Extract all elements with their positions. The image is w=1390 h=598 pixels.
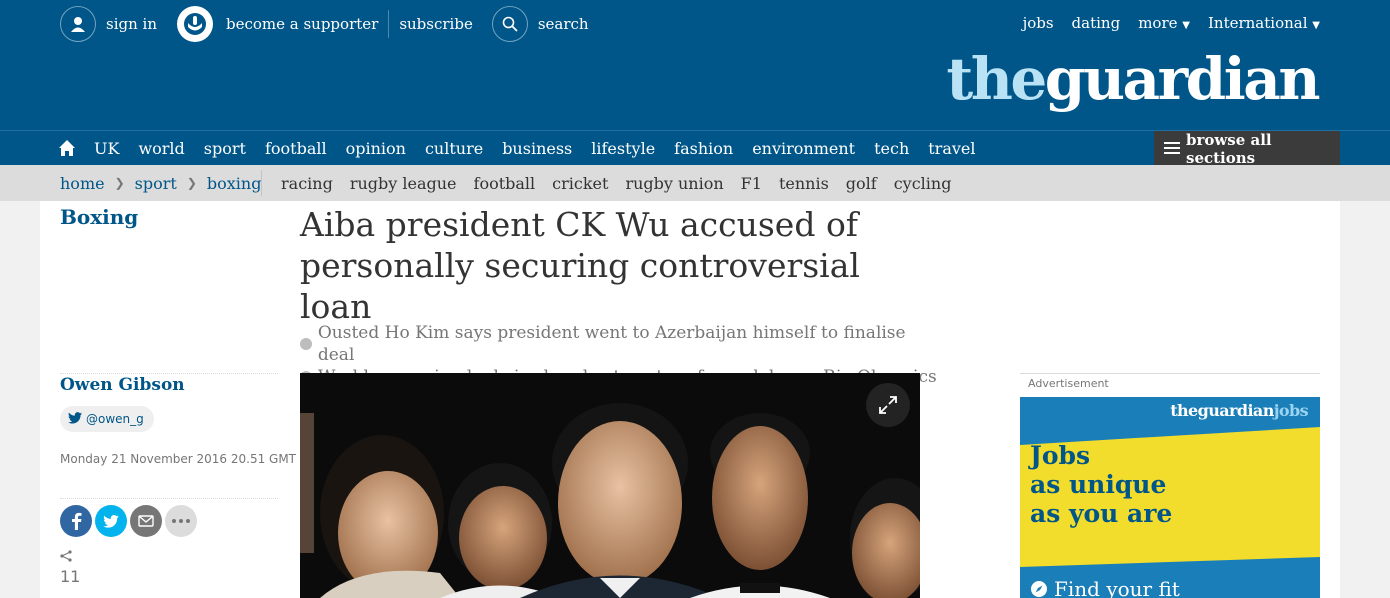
email-share-button[interactable] [130,505,162,537]
menu-icon [1164,140,1180,158]
sport-link-rugby-union[interactable]: rugby union [625,174,723,193]
sport-link-football[interactable]: football [474,174,536,193]
divider [60,498,278,499]
nav-item-sport[interactable]: sport [204,139,246,158]
sport-link-f1[interactable]: F1 [741,174,762,193]
nav-item-tech[interactable]: tech [874,139,909,158]
more-menu[interactable]: more ▼ [1138,14,1190,32]
divider [388,10,390,38]
sign-in-link[interactable]: sign in [106,15,157,33]
search-link[interactable]: search [538,15,589,33]
ad-brand-the: theguardian [1170,401,1274,420]
share-icon [60,550,72,562]
nav-item-culture[interactable]: culture [425,139,483,158]
twitter-share-button[interactable] [95,505,127,537]
sport-link-cycling[interactable]: cycling [894,174,952,193]
account-icon[interactable] [60,6,96,42]
nav-item-environment[interactable]: environment [752,139,855,158]
sport-link-rugby-league[interactable]: rugby league [350,174,457,193]
more-label: more [1138,14,1178,32]
facebook-icon [72,512,82,530]
ad-brand-jobs: jobs [1273,401,1309,420]
masthead: sign in become a supporter subscribe sea… [0,0,1390,130]
chevron-right-icon: ❯ [114,176,125,190]
section-label[interactable]: Boxing [60,205,138,229]
supporter-icon[interactable] [176,6,213,42]
caret-down-icon: ▼ [1182,20,1190,31]
nav-item-football[interactable]: football [265,139,327,158]
logo-the: the [946,45,1047,113]
share-count-value: 11 [60,567,81,586]
bullet-icon [300,338,312,350]
photo-illustration [300,373,920,598]
standfirst-item: Ousted Ho Kim says president went to Aze… [300,322,940,366]
search-icon[interactable] [491,6,528,42]
breadcrumb-boxing[interactable]: boxing [207,174,262,193]
sport-link-cricket[interactable]: cricket [552,174,608,193]
facebook-share-button[interactable] [60,505,92,537]
expand-icon [879,396,897,414]
guardian-jobs-ad[interactable]: theguardianjobs Jobs as unique as you ar… [1020,397,1320,598]
top-right-links: jobs dating more ▼ International ▼ [1023,14,1320,32]
ad-slogan: Jobs as unique as you are [1030,441,1172,528]
article-main-image[interactable] [300,373,920,598]
nav-items: UK world sport football opinion culture … [58,131,995,166]
twitter-icon [103,514,119,528]
email-icon [138,515,154,527]
divider [60,373,278,374]
expand-image-button[interactable] [866,383,910,427]
more-share-button[interactable] [165,505,197,537]
caret-down-icon: ▼ [1312,20,1320,31]
become-supporter-link[interactable]: become a supporter [226,15,378,33]
top-links: sign in become a supporter subscribe sea… [60,6,589,42]
browse-all-sections-button[interactable]: browse all sections [1154,130,1340,167]
publish-date: Monday 21 November 2016 20.51 GMT [60,452,297,466]
more-dots-icon [172,519,190,523]
nav-item-travel[interactable]: travel [928,139,975,158]
ad-brand-logo: theguardianjobs [1170,401,1308,420]
home-icon[interactable] [58,139,76,158]
twitter-handle: @owen_g [86,412,144,426]
ad-cta-label: Find your fit [1054,577,1180,598]
article-headline: Aiba president CK Wu accused of personal… [300,205,860,326]
chevron-right-icon: ❯ [186,176,197,190]
twitter-handle-button[interactable]: @owen_g [60,406,154,432]
jobs-link[interactable]: jobs [1023,14,1054,32]
ad-slogan-line: as you are [1030,499,1173,528]
share-buttons [60,505,197,537]
share-count: 11 [60,547,80,586]
subscribe-link[interactable]: subscribe [399,15,473,33]
main-nav: UK world sport football opinion culture … [0,130,1390,167]
browse-label: browse all sections [1186,130,1272,167]
breadcrumb-home[interactable]: home [60,174,105,193]
divider [261,170,262,196]
nav-item-opinion[interactable]: opinion [346,139,406,158]
sport-link-racing[interactable]: racing [281,174,333,193]
edition-menu[interactable]: International ▼ [1208,14,1320,32]
logo-guardian: guardian [1044,45,1321,113]
guardian-logo[interactable]: theguardian [946,44,1321,114]
ad-cta[interactable]: Find your fit [1030,577,1180,598]
sport-links: racing rugby league football cricket rug… [281,165,968,201]
nav-item-business[interactable]: business [502,139,572,158]
breadcrumb: home ❯ sport ❯ boxing [60,165,261,201]
nav-item-fashion[interactable]: fashion [674,139,733,158]
advertisement-label: Advertisement [1020,373,1320,397]
standfirst-text: Ousted Ho Kim says president went to Aze… [317,323,906,365]
sport-link-tennis[interactable]: tennis [779,174,829,193]
twitter-icon [68,411,82,427]
author-name[interactable]: Owen Gibson [60,375,185,395]
nav-item-lifestyle[interactable]: lifestyle [591,139,655,158]
sub-nav: home ❯ sport ❯ boxing racing rugby leagu… [0,165,1390,201]
ad-slogan-line: Jobs [1030,441,1091,470]
breadcrumb-sport[interactable]: sport [135,174,177,193]
sport-link-golf[interactable]: golf [846,174,877,193]
nav-item-uk[interactable]: UK [94,139,119,158]
nav-item-world[interactable]: world [138,139,184,158]
ad-slogan-line: as unique [1030,470,1167,499]
dating-link[interactable]: dating [1072,14,1121,32]
compass-icon [1031,581,1047,597]
edition-label: International [1207,14,1308,32]
